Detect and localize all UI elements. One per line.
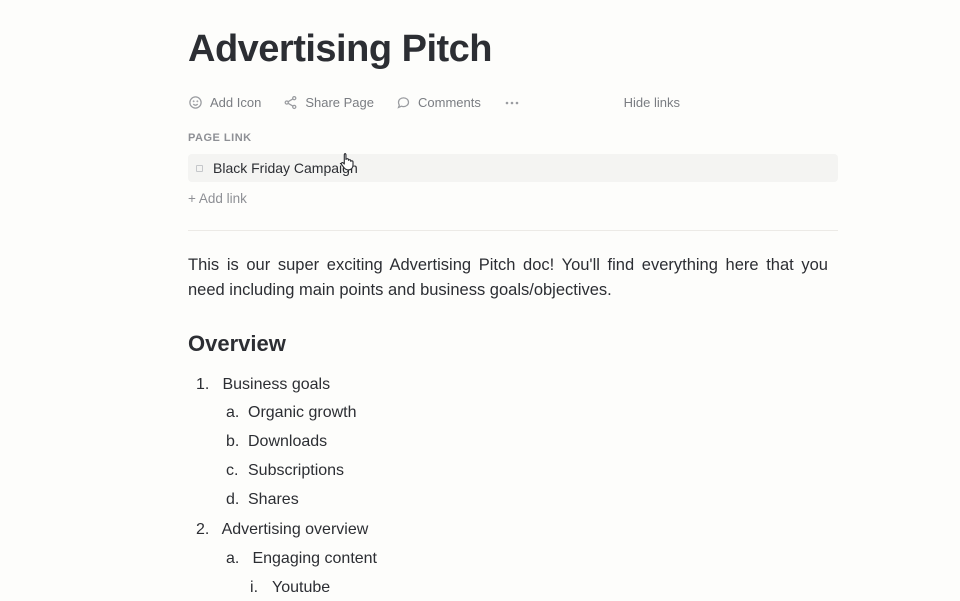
overview-list: Business goals Organic growth Downloads … bbox=[188, 373, 840, 601]
smiley-icon bbox=[188, 95, 203, 110]
list-item-text: Business goals bbox=[222, 376, 330, 393]
share-page-button[interactable]: Share Page bbox=[283, 95, 374, 110]
list-item: Subscriptions bbox=[226, 459, 840, 484]
share-page-label: Share Page bbox=[305, 95, 374, 110]
page-link-bullet-icon bbox=[196, 165, 203, 172]
document-page: Advertising Pitch Add Icon bbox=[0, 0, 960, 601]
page-link-item[interactable]: Black Friday Campaign bbox=[188, 154, 838, 182]
comments-label: Comments bbox=[418, 95, 481, 110]
list-item-text: Engaging content bbox=[252, 550, 377, 567]
comment-icon bbox=[396, 95, 411, 110]
list-item: Youtube bbox=[250, 576, 840, 601]
hide-links-button[interactable]: Hide links bbox=[624, 95, 680, 110]
list-item: Advertising overview Engaging content Yo… bbox=[202, 518, 840, 600]
divider bbox=[188, 230, 838, 231]
comments-button[interactable]: Comments bbox=[396, 95, 481, 110]
list-item-text: Youtube bbox=[272, 579, 330, 596]
list-item-text: Organic growth bbox=[248, 404, 357, 421]
page-link-label: PAGE LINK bbox=[188, 132, 840, 144]
list-item: Shares bbox=[226, 488, 840, 513]
list-item-text: Advertising overview bbox=[222, 521, 369, 538]
toolbar: Add Icon Share Page bbox=[188, 95, 840, 110]
add-link-button[interactable]: + Add link bbox=[188, 191, 247, 206]
more-icon[interactable] bbox=[503, 101, 521, 105]
list-item: Business goals Organic growth Downloads … bbox=[202, 373, 840, 513]
sub-sub-list: Youtube bbox=[226, 576, 840, 601]
intro-paragraph: This is our super exciting Advertising P… bbox=[188, 253, 828, 303]
overview-heading: Overview bbox=[188, 331, 840, 357]
list-item-text: Shares bbox=[248, 491, 299, 508]
add-icon-label: Add Icon bbox=[210, 95, 261, 110]
page-title: Advertising Pitch bbox=[188, 28, 840, 71]
share-icon bbox=[283, 95, 298, 110]
sub-list: Organic growth Downloads Subscriptions S… bbox=[202, 401, 840, 512]
list-item: Organic growth bbox=[226, 401, 840, 426]
list-item: Downloads bbox=[226, 430, 840, 455]
sub-list: Engaging content Youtube bbox=[202, 547, 840, 601]
add-icon-button[interactable]: Add Icon bbox=[188, 95, 261, 110]
toolbar-left: Add Icon Share Page bbox=[188, 95, 602, 110]
page-link-text: Black Friday Campaign bbox=[213, 160, 358, 176]
list-item-text: Subscriptions bbox=[248, 462, 344, 479]
list-item: Engaging content Youtube bbox=[226, 547, 840, 601]
list-item-text: Downloads bbox=[248, 433, 327, 450]
